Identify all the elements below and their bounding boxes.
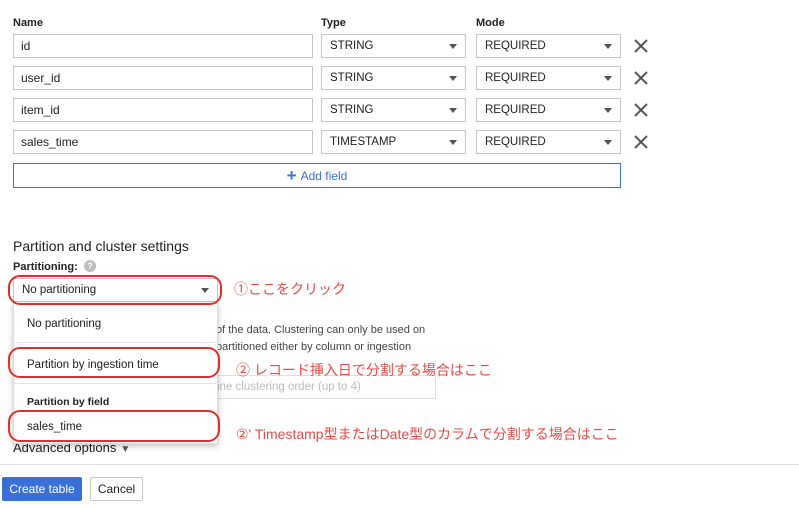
field-type-value: STRING: [330, 72, 374, 84]
field-mode-value: REQUIRED: [485, 136, 546, 148]
caret-down-icon: [604, 76, 612, 81]
close-icon[interactable]: [632, 67, 650, 89]
add-field-button[interactable]: + Add field: [13, 163, 621, 188]
cancel-button[interactable]: Cancel: [90, 477, 143, 501]
caret-down-icon: [449, 44, 457, 49]
menu-group-label: Partition by field: [27, 396, 110, 408]
partitioning-label: Partitioning:: [13, 261, 78, 273]
section-title: Partition and cluster settings: [13, 238, 189, 254]
field-mode-select[interactable]: REQUIRED: [476, 98, 621, 122]
field-type-value: STRING: [330, 104, 374, 116]
close-icon[interactable]: [632, 35, 650, 57]
schema-row: user_id STRING REQUIRED: [0, 66, 799, 90]
annotation-field-note: ②' Timestamp型またはDate型のカラムで分割する場合はここ: [236, 426, 619, 442]
field-name-input[interactable]: user_id: [13, 66, 313, 90]
annotation-ring: [8, 347, 220, 378]
add-field-label: Add field: [300, 168, 348, 183]
menu-divider: [14, 342, 219, 343]
field-mode-select[interactable]: REQUIRED: [476, 130, 621, 154]
field-mode-select[interactable]: REQUIRED: [476, 34, 621, 58]
option-no-partitioning[interactable]: No partitioning: [27, 318, 101, 330]
divider: [0, 464, 799, 465]
annotation-click-here: ①ここをクリック: [234, 281, 346, 297]
plus-icon: +: [286, 166, 297, 185]
annotation-ring: [8, 410, 220, 442]
name-column-header: Name: [13, 17, 43, 29]
field-mode-value: REQUIRED: [485, 104, 546, 116]
clustering-description: of the data. Clustering can only be used…: [216, 324, 426, 336]
annotation-ring: [8, 275, 222, 305]
close-icon[interactable]: [632, 131, 650, 153]
caret-down-icon: [604, 108, 612, 113]
field-mode-value: REQUIRED: [485, 40, 546, 52]
schema-row: sales_time TIMESTAMP REQUIRED: [0, 130, 799, 154]
type-column-header: Type: [321, 17, 346, 29]
schema-row: item_id STRING REQUIRED: [0, 98, 799, 122]
field-type-select[interactable]: STRING: [321, 98, 466, 122]
create-table-button[interactable]: Create table: [2, 477, 82, 501]
caret-down-icon: [449, 140, 457, 145]
close-icon[interactable]: [632, 99, 650, 121]
caret-down-icon: [449, 76, 457, 81]
field-type-select[interactable]: STRING: [321, 66, 466, 90]
field-type-select[interactable]: TIMESTAMP: [321, 130, 466, 154]
field-name-input[interactable]: id: [13, 34, 313, 58]
help-icon[interactable]: ?: [84, 260, 96, 272]
field-name-input[interactable]: item_id: [13, 98, 313, 122]
field-type-value: STRING: [330, 40, 374, 52]
field-mode-select[interactable]: REQUIRED: [476, 66, 621, 90]
clustering-description: partitioned either by column or ingestio…: [216, 341, 412, 353]
mode-column-header: Mode: [476, 17, 505, 29]
caret-down-icon: [604, 140, 612, 145]
field-type-value: TIMESTAMP: [330, 136, 397, 148]
annotation-ingestion-note: ② レコード挿入日で分割する場合はここ: [236, 362, 492, 378]
schema-row: id STRING REQUIRED: [0, 34, 799, 58]
field-mode-value: REQUIRED: [485, 72, 546, 84]
field-type-select[interactable]: STRING: [321, 34, 466, 58]
chevron-down-icon: ▼: [120, 444, 131, 455]
caret-down-icon: [604, 44, 612, 49]
field-name-input[interactable]: sales_time: [13, 130, 313, 154]
caret-down-icon: [449, 108, 457, 113]
menu-divider: [14, 383, 219, 384]
